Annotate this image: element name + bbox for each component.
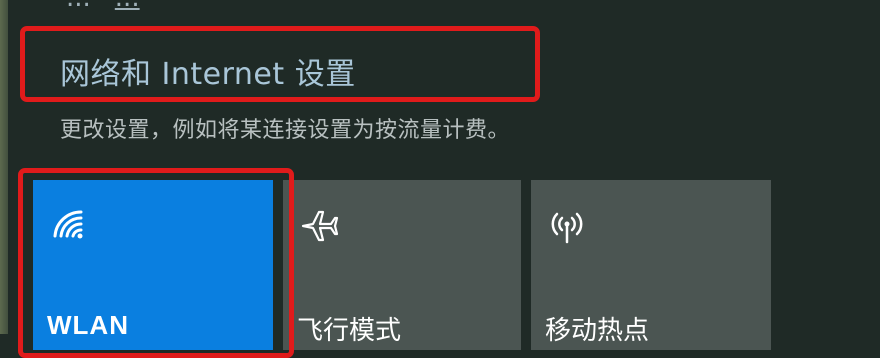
mobile-hotspot-icon xyxy=(551,212,583,244)
airplane-icon xyxy=(301,210,339,242)
partial-top-row: ... ... xyxy=(66,0,140,13)
network-internet-settings-link[interactable]: 网络和 Internet 设置 xyxy=(60,50,356,92)
airplane-mode-tile[interactable]: 飞行模式 xyxy=(283,180,521,350)
network-flyout-panel: ... ... 网络和 Internet 设置 更改设置，例如将某连接设置为按流… xyxy=(8,0,880,358)
mobile-hotspot-tile-label: 移动热点 xyxy=(545,316,650,346)
airplane-mode-tile-label: 飞行模式 xyxy=(297,316,402,346)
partial-top-link[interactable]: ... xyxy=(115,0,140,13)
partial-top-text: ... xyxy=(66,0,91,13)
settings-description: 更改设置，例如将某连接设置为按流量计费。 xyxy=(60,118,511,143)
wlan-tile[interactable]: WLAN xyxy=(33,180,273,350)
mobile-hotspot-tile[interactable]: 移动热点 xyxy=(531,180,771,350)
wlan-tile-label: WLAN xyxy=(47,310,129,340)
wifi-icon xyxy=(53,210,83,239)
